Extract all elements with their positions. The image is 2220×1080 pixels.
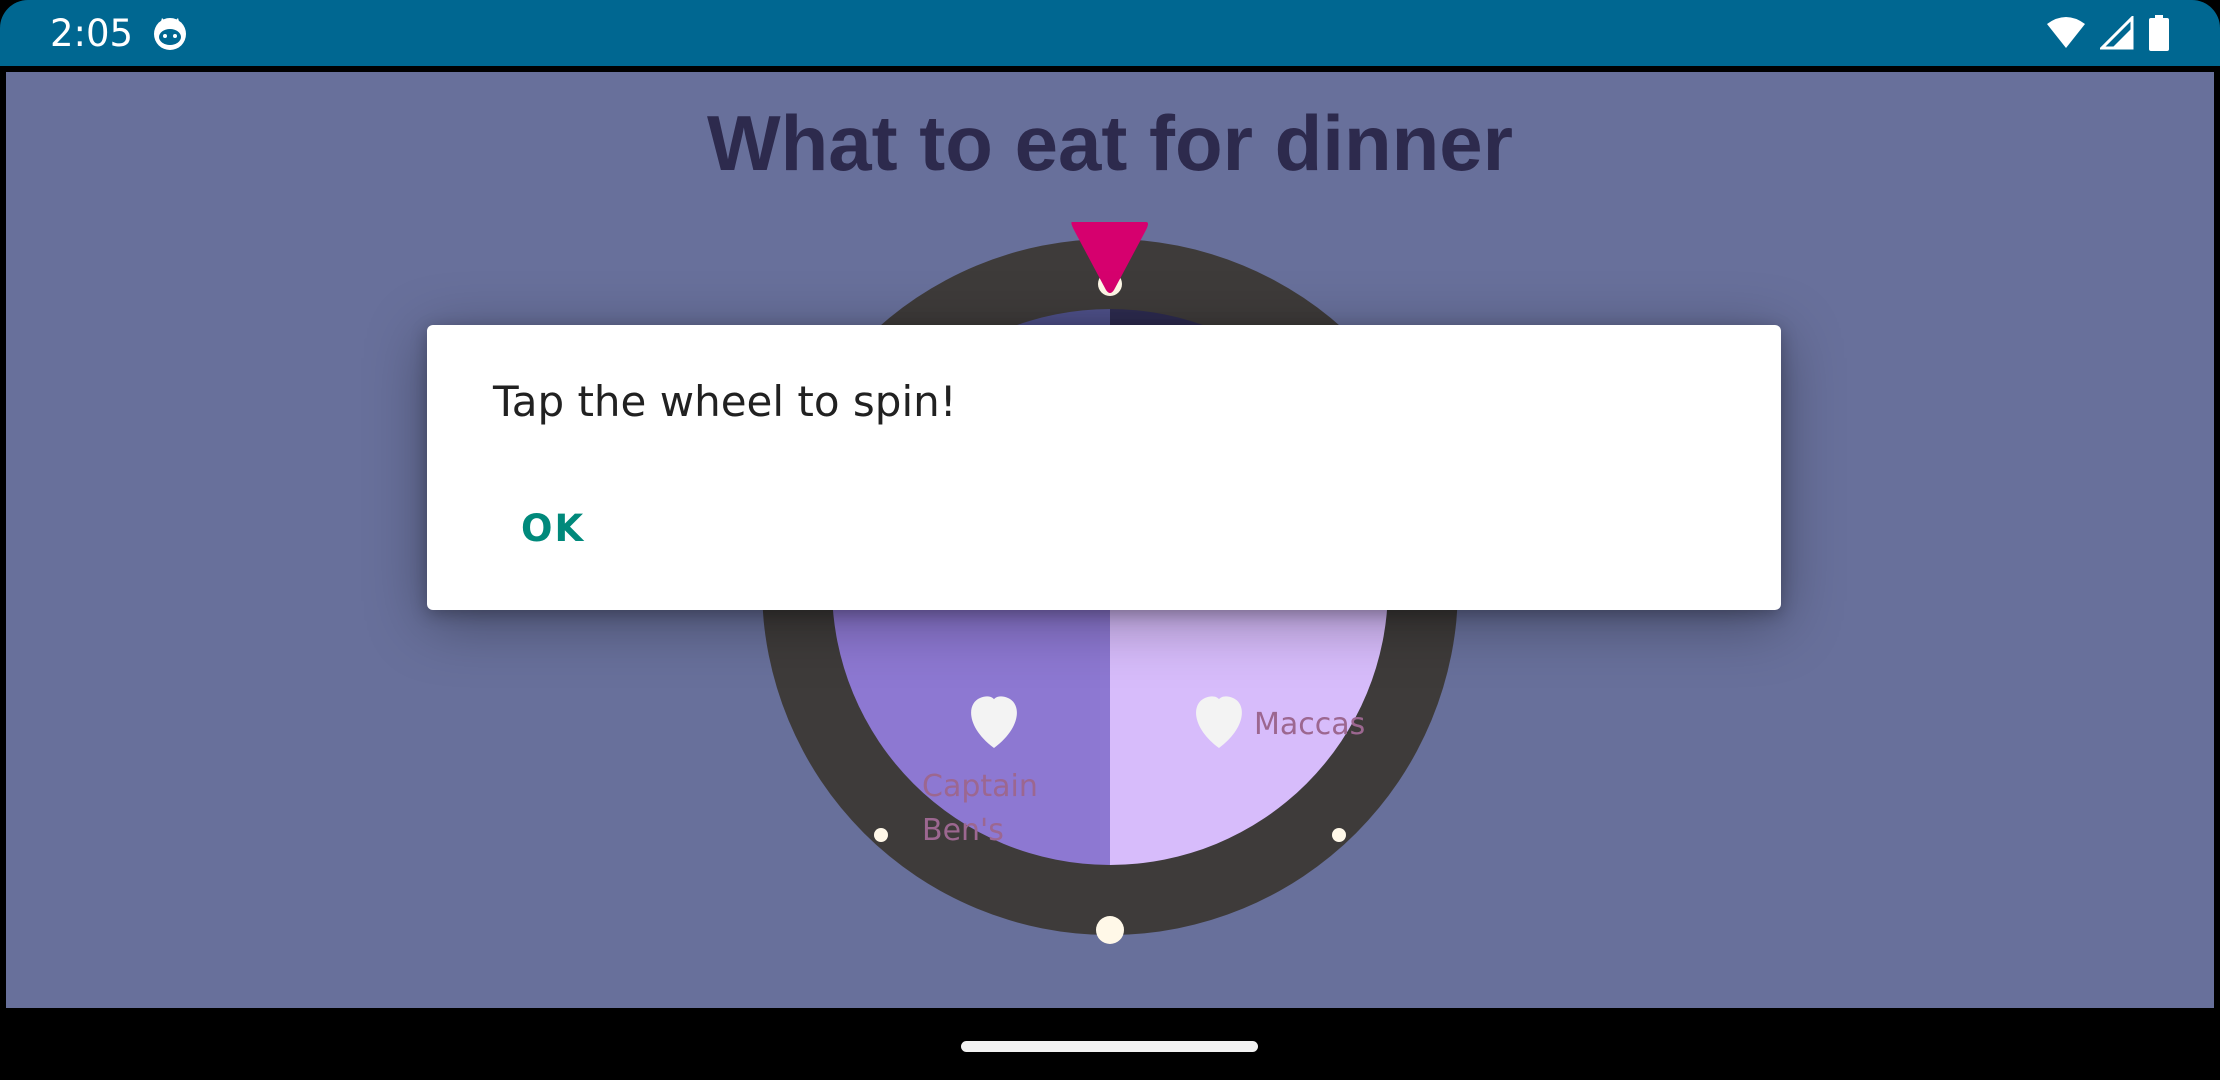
status-icons — [2046, 14, 2170, 52]
screen: 2:05 What to eat for dinner Maccas Capta… — [0, 0, 2220, 1080]
home-handle[interactable] — [961, 1041, 1258, 1052]
status-bar: 2:05 — [0, 0, 2220, 66]
cell-signal-icon — [2100, 16, 2134, 50]
alert-dialog: Tap the wheel to spin! OK — [427, 325, 1781, 610]
battery-icon — [2149, 15, 2169, 51]
status-time: 2:05 — [50, 12, 134, 55]
wifi-icon — [2047, 17, 2085, 48]
navigation-bar — [0, 1012, 2220, 1080]
dialog-message: Tap the wheel to spin! — [493, 377, 957, 426]
ok-button[interactable]: OK — [511, 501, 595, 556]
cat-face-icon — [154, 18, 186, 50]
